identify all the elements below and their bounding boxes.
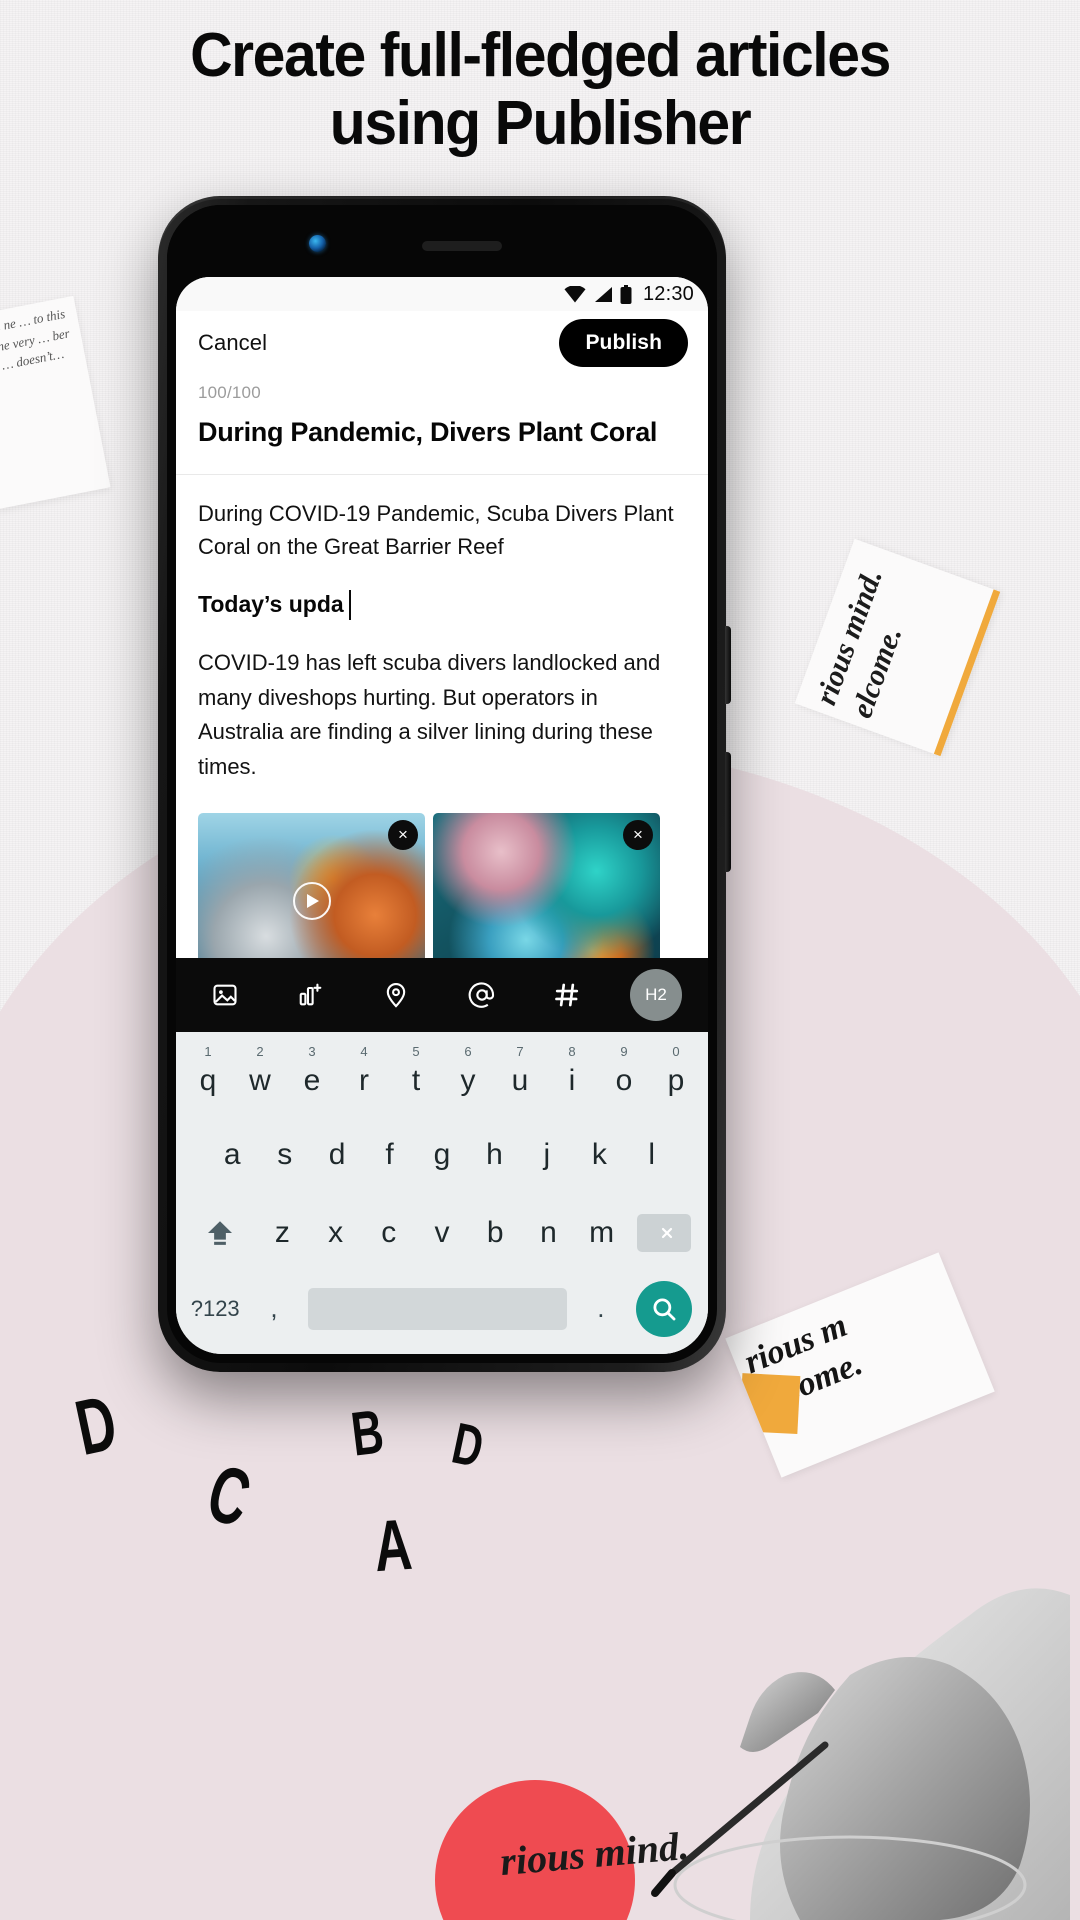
key-m[interactable]: m [575, 1199, 628, 1267]
key-y-letter: y [460, 1063, 476, 1097]
key-e-letter: e [303, 1063, 321, 1097]
key-q-num: 1 [204, 1044, 212, 1059]
key-y[interactable]: 6y [442, 1042, 494, 1110]
publish-button[interactable]: Publish [559, 319, 688, 367]
hand-writing-photo [600, 1345, 1080, 1920]
keyboard-row-1: 1q 2w 3e 4r 5t 6y 7u 8i 9o 0p [182, 1042, 702, 1110]
key-w-num: 2 [256, 1044, 264, 1059]
key-p-letter: p [667, 1063, 685, 1097]
key-s[interactable]: s [258, 1121, 310, 1189]
key-q-letter: q [199, 1063, 217, 1097]
key-v[interactable]: v [415, 1199, 468, 1267]
image-icon[interactable] [202, 972, 248, 1018]
key-k[interactable]: k [573, 1121, 625, 1189]
keyboard-row-2: a s d f g h j k l [182, 1121, 702, 1189]
key-r-num: 4 [360, 1044, 368, 1059]
key-w[interactable]: 2w [234, 1042, 286, 1110]
key-r-letter: r [359, 1063, 369, 1097]
front-camera-icon [309, 235, 326, 252]
key-l[interactable]: l [626, 1121, 678, 1189]
enter-search-key[interactable] [627, 1280, 702, 1337]
key-q[interactable]: 1q [182, 1042, 234, 1110]
editor-app-bar: Cancel Publish [176, 311, 708, 375]
phone-volume-button[interactable] [725, 752, 731, 872]
key-g[interactable]: g [416, 1121, 468, 1189]
article-title-field[interactable]: During Pandemic, Divers Plant Coral [176, 403, 708, 475]
key-t-num: 5 [412, 1044, 420, 1059]
keyboard-row-4: ?123 , . [182, 1278, 702, 1340]
key-o-letter: o [615, 1063, 633, 1097]
key-z[interactable]: z [256, 1199, 309, 1267]
key-o-num: 9 [620, 1044, 628, 1059]
headline-line-2: using Publisher [329, 88, 752, 158]
key-e-num: 3 [308, 1044, 316, 1059]
article-heading-2-line[interactable]: Today’s upda [198, 589, 686, 620]
character-counter: 100/100 [198, 383, 261, 402]
key-p-num: 0 [672, 1044, 680, 1059]
key-u[interactable]: 7u [494, 1042, 546, 1110]
text-cursor-caret [348, 589, 351, 620]
signal-icon [593, 286, 613, 303]
article-subhead-text: During COVID-19 Pandemic, Scuba Divers P… [198, 501, 674, 560]
keyboard-row-3: z x c v b n m [182, 1199, 702, 1267]
period-key[interactable]: . [575, 1278, 626, 1340]
format-toolbar: H2 [176, 958, 708, 1032]
key-b[interactable]: b [469, 1199, 522, 1267]
backspace-icon[interactable] [628, 1199, 700, 1267]
page-title: Create full-fledged articles using Publi… [27, 22, 1053, 157]
search-icon [636, 1280, 693, 1337]
key-d[interactable]: d [311, 1121, 363, 1189]
location-icon[interactable] [373, 972, 419, 1018]
phone-mockup: 12:30 Cancel Publish 100/100 During Pand… [158, 196, 731, 1372]
key-t-letter: t [411, 1063, 421, 1097]
key-w-letter: w [249, 1063, 271, 1097]
mention-icon[interactable] [459, 972, 505, 1018]
key-i[interactable]: 8i [546, 1042, 598, 1110]
phone-power-button[interactable] [725, 626, 731, 704]
key-a[interactable]: a [206, 1121, 258, 1189]
wifi-icon [564, 285, 586, 303]
comma-key[interactable]: , [248, 1278, 299, 1340]
headline-line-1: Create full-fledged articles [190, 21, 891, 90]
key-e[interactable]: 3e [286, 1042, 338, 1110]
play-icon[interactable] [292, 881, 331, 920]
space-key[interactable] [307, 1287, 568, 1330]
key-p[interactable]: 0p [650, 1042, 702, 1110]
key-n[interactable]: n [522, 1199, 575, 1267]
shift-icon[interactable] [184, 1199, 256, 1267]
heading-h2-chip[interactable]: H2 [629, 969, 682, 1021]
key-j[interactable]: j [521, 1121, 573, 1189]
key-x[interactable]: x [309, 1199, 362, 1267]
phone-screen: 12:30 Cancel Publish 100/100 During Pand… [176, 277, 708, 1354]
key-i-num: 8 [568, 1044, 576, 1059]
remove-media-icon[interactable]: × [388, 819, 418, 850]
key-t[interactable]: 5t [390, 1042, 442, 1110]
on-screen-keyboard: 1q 2w 3e 4r 5t 6y 7u 8i 9o 0p a s d f g [176, 1032, 708, 1354]
decorative-letter-a: A [371, 1504, 415, 1588]
key-o[interactable]: 9o [598, 1042, 650, 1110]
key-f[interactable]: f [363, 1121, 415, 1189]
article-heading-2-text: Today’s upda [198, 591, 344, 618]
phone-screen-frame: 12:30 Cancel Publish 100/100 During Pand… [167, 205, 717, 1363]
key-i-letter: i [568, 1063, 576, 1097]
status-bar-time: 12:30 [642, 282, 694, 305]
status-bar: 12:30 [176, 277, 708, 311]
key-c[interactable]: c [362, 1199, 415, 1267]
article-body-editor[interactable]: During COVID-19 Pandemic, Scuba Divers P… [176, 475, 708, 791]
key-y-num: 6 [464, 1044, 472, 1059]
phone-top-bezel [167, 205, 717, 277]
cancel-button[interactable]: Cancel [198, 330, 267, 356]
earpiece-speaker [422, 241, 502, 251]
key-u-letter: u [511, 1063, 529, 1097]
key-r[interactable]: 4r [338, 1042, 390, 1110]
remove-media-icon[interactable]: × [623, 819, 653, 850]
article-paragraph-text: COVID-19 has left scuba divers landlocke… [198, 649, 661, 780]
battery-icon [620, 284, 632, 304]
key-h[interactable]: h [468, 1121, 520, 1189]
hashtag-icon[interactable] [544, 972, 590, 1018]
poll-icon[interactable] [288, 972, 334, 1018]
key-u-num: 7 [516, 1044, 524, 1059]
symbols-key[interactable]: ?123 [182, 1278, 248, 1340]
article-title-text: During Pandemic, Divers Plant Coral [198, 417, 658, 447]
